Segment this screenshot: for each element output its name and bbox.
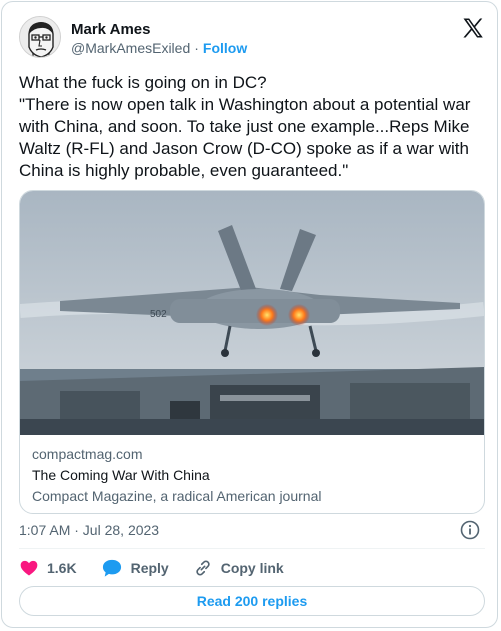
avatar[interactable]: [19, 16, 61, 58]
tweet-timestamp[interactable]: 1:07 AM · Jul 28, 2023: [19, 522, 159, 538]
avatar-caricature-icon: [20, 17, 60, 57]
copy-link-label: Copy link: [220, 560, 284, 576]
link-icon: [196, 560, 210, 576]
author-handle[interactable]: @MarkAmesExiled: [71, 40, 190, 56]
tweet-header: Mark Ames @MarkAmesExiled · Follow: [19, 16, 485, 62]
separator-dot: ·: [194, 40, 199, 56]
aircraft-number: 502: [150, 309, 167, 320]
tweet-text: What the fuck is going on in DC? "There …: [19, 73, 471, 180]
action-bar: 1.6K Reply Copy link: [19, 557, 308, 579]
info-icon[interactable]: [460, 520, 480, 540]
link-title: The Coming War With China: [32, 467, 210, 483]
reply-label: Reply: [130, 560, 169, 576]
tweet-card: Mark Ames @MarkAmesExiled · Follow What th…: [1, 1, 498, 628]
follow-button[interactable]: Follow: [203, 40, 247, 56]
reply-bubble-icon: [102, 559, 121, 577]
divider: [19, 548, 485, 549]
like-button[interactable]: 1.6K: [19, 558, 77, 578]
link-description: Compact Magazine, a radical American jou…: [32, 488, 322, 504]
author-handle-row: @MarkAmesExiled · Follow: [71, 40, 247, 56]
copy-link-button[interactable]: Copy link: [193, 558, 284, 578]
heart-icon: [20, 560, 38, 576]
like-count: 1.6K: [47, 560, 77, 576]
link-preview-meta: compactmag.com The Coming War With China…: [32, 445, 472, 505]
reply-button[interactable]: Reply: [101, 558, 169, 578]
author-name[interactable]: Mark Ames: [71, 21, 150, 38]
link-domain: compactmag.com: [32, 446, 143, 462]
x-logo-icon[interactable]: [461, 16, 485, 40]
read-replies-button[interactable]: Read 200 replies: [19, 586, 485, 616]
link-preview-image[interactable]: 502: [20, 191, 484, 435]
link-preview-card[interactable]: 502 compactmag.com The Coming War With C…: [19, 190, 485, 514]
